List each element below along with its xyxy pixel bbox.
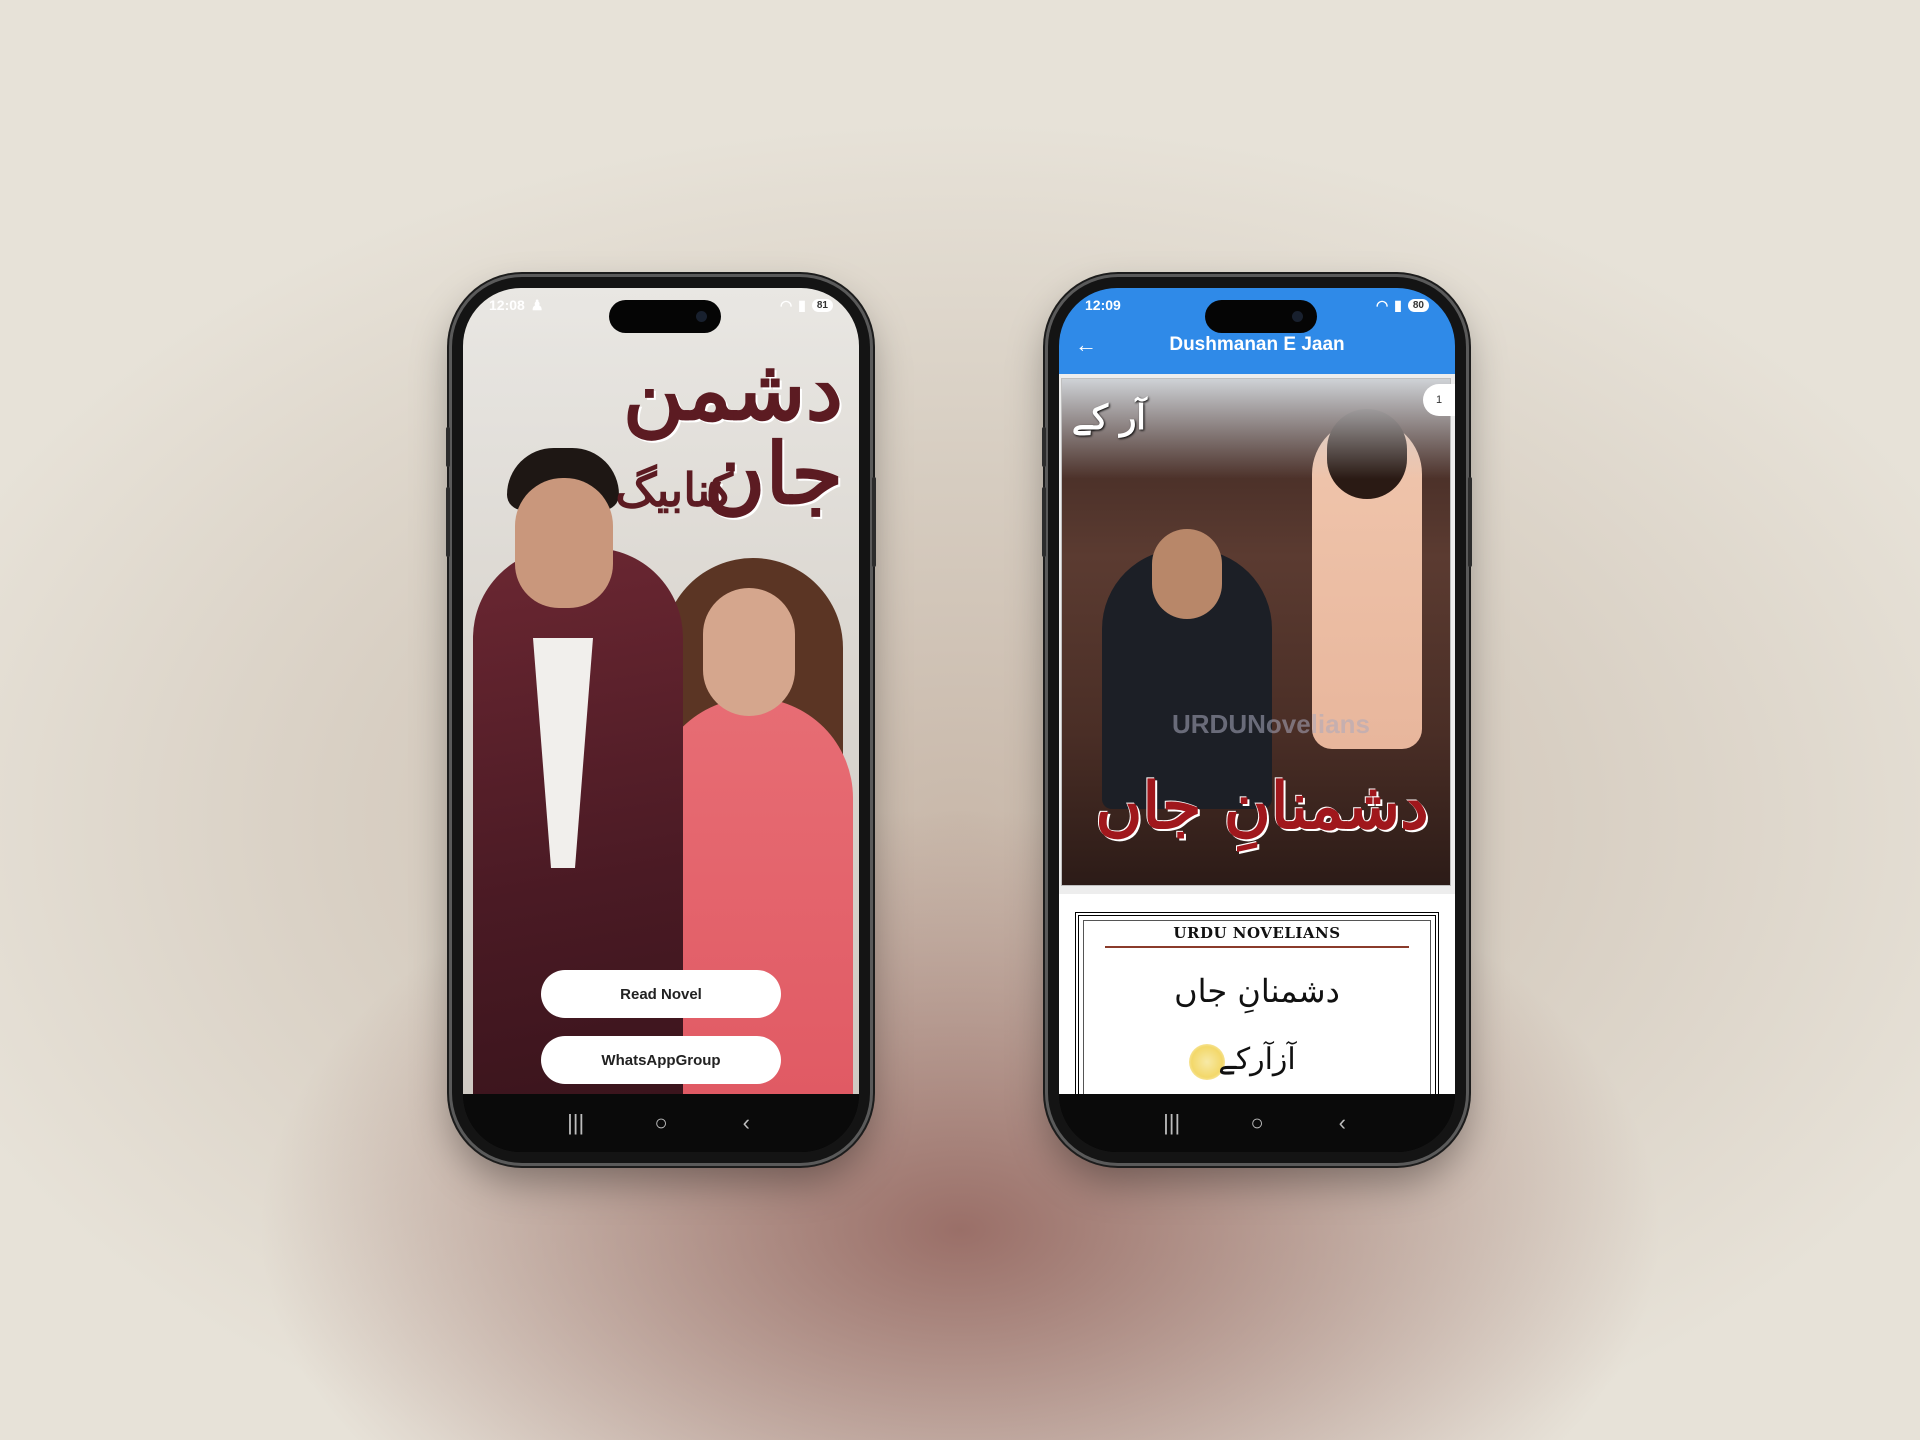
pdf-page-cover: آر کے URDUNovelians دشمنانِ جاں bbox=[1061, 378, 1451, 886]
system-nav-bar: ||| ○ ‹ bbox=[463, 1094, 859, 1152]
phone-left: 12:08 ♟ ◠ ▮ 81 دشمن جان کنابیگ Read Nove… bbox=[446, 277, 876, 1163]
dynamic-island bbox=[609, 300, 721, 333]
phone-side-button bbox=[1042, 427, 1046, 467]
cover-figure bbox=[1152, 529, 1222, 619]
home-icon[interactable]: ○ bbox=[641, 1110, 681, 1136]
wifi-icon: ◠ bbox=[779, 296, 793, 313]
battery-indicator: 80 bbox=[1407, 298, 1429, 312]
title-page-novel-name: دشمنانِ جاں bbox=[1174, 972, 1340, 1010]
cover-author: آر کے bbox=[1072, 398, 1146, 438]
title-page-frame: URDU NOVELIANS دشمنانِ جاں آزآرکے bbox=[1075, 912, 1439, 1112]
back-chevron-icon[interactable]: ‹ bbox=[726, 1110, 766, 1136]
phone-right-screen: 12:09 ◠ ▮ 80 ← Dushmanan E Jaan آر کے UR… bbox=[1059, 288, 1455, 1152]
phone-side-button bbox=[446, 487, 450, 557]
system-nav-bar: ||| ○ ‹ bbox=[1059, 1094, 1455, 1152]
title-page-brand: URDU NOVELIANS bbox=[1173, 924, 1341, 942]
pdf-page-title: URDU NOVELIANS دشمنانِ جاں آزآرکے bbox=[1059, 894, 1455, 1112]
cover-author: کنابیگ bbox=[615, 463, 733, 517]
phone-power-button bbox=[1468, 477, 1472, 567]
app-bar-title: Dushmanan E Jaan bbox=[1169, 334, 1345, 355]
wifi-icon: ◠ bbox=[1375, 296, 1389, 313]
cover-title: دشمنانِ جاں bbox=[1095, 769, 1429, 844]
page-number-badge: 1 bbox=[1423, 384, 1455, 416]
home-icon[interactable]: ○ bbox=[1237, 1110, 1277, 1136]
pdf-reader[interactable]: آر کے URDUNovelians دشمنانِ جاں 1 URDU N… bbox=[1059, 374, 1455, 1112]
phone-power-button bbox=[872, 477, 876, 567]
signal-icon: ▮ bbox=[1394, 296, 1402, 313]
recents-icon[interactable]: ||| bbox=[556, 1110, 596, 1136]
whatsapp-group-button[interactable]: WhatsAppGroup bbox=[541, 1036, 781, 1084]
back-chevron-icon[interactable]: ‹ bbox=[1322, 1110, 1362, 1136]
recents-icon[interactable]: ||| bbox=[1152, 1110, 1192, 1136]
dynamic-island bbox=[1205, 300, 1317, 333]
phone-side-button bbox=[1042, 487, 1046, 557]
notification-icon: ♟ bbox=[530, 296, 544, 313]
title-page-author: آزآرکے bbox=[1218, 1042, 1296, 1077]
phone-right: 12:09 ◠ ▮ 80 ← Dushmanan E Jaan آر کے UR… bbox=[1042, 277, 1472, 1163]
divider bbox=[1105, 946, 1409, 948]
phone-left-screen: 12:08 ♟ ◠ ▮ 81 دشمن جان کنابیگ Read Nove… bbox=[463, 288, 859, 1152]
cover-figure bbox=[703, 588, 795, 716]
battery-indicator: 81 bbox=[811, 298, 833, 312]
cover-watermark: URDUNovelians bbox=[1172, 709, 1370, 739]
status-time: 12:09 bbox=[1085, 297, 1121, 313]
status-time: 12:08 bbox=[489, 297, 525, 313]
signal-icon: ▮ bbox=[798, 296, 806, 313]
read-novel-button[interactable]: Read Novel bbox=[541, 970, 781, 1018]
phone-side-button bbox=[446, 427, 450, 467]
